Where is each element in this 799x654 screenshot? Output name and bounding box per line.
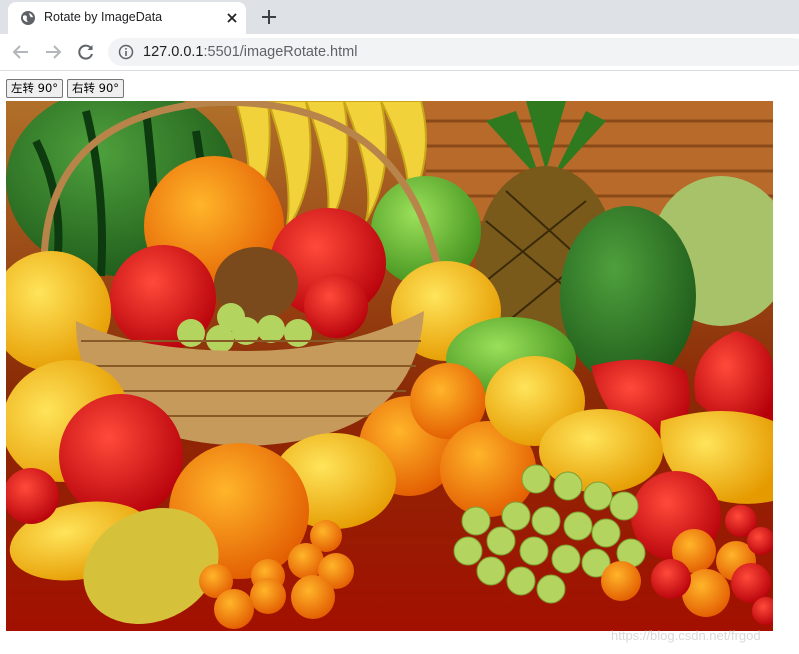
browser-toolbar: 127.0.0.1:5501/imageRotate.html [0,34,799,71]
rotate-left-button[interactable]: 左转 90° [6,79,64,98]
browser-tab[interactable]: Rotate by ImageData [8,2,246,34]
url-path: :5501/imageRotate.html [203,44,358,60]
url-text: 127.0.0.1:5501/imageRotate.html [143,44,357,60]
reload-icon[interactable] [76,42,96,62]
address-bar[interactable]: 127.0.0.1:5501/imageRotate.html [108,38,799,66]
info-icon[interactable] [118,44,134,60]
url-host: 127.0.0.1 [143,44,204,60]
plus-icon[interactable] [260,8,278,26]
globe-icon [21,11,35,25]
fruit-image [6,101,773,631]
tab-title: Rotate by ImageData [44,10,163,24]
watermark-text: https://blog.csdn.net/frgod [611,628,761,643]
tab-strip: Rotate by ImageData [0,0,799,34]
close-icon[interactable] [224,10,240,26]
forward-arrow-icon[interactable] [43,42,63,62]
rotate-right-button[interactable]: 右转 90° [67,79,125,98]
back-arrow-icon[interactable] [11,42,31,62]
